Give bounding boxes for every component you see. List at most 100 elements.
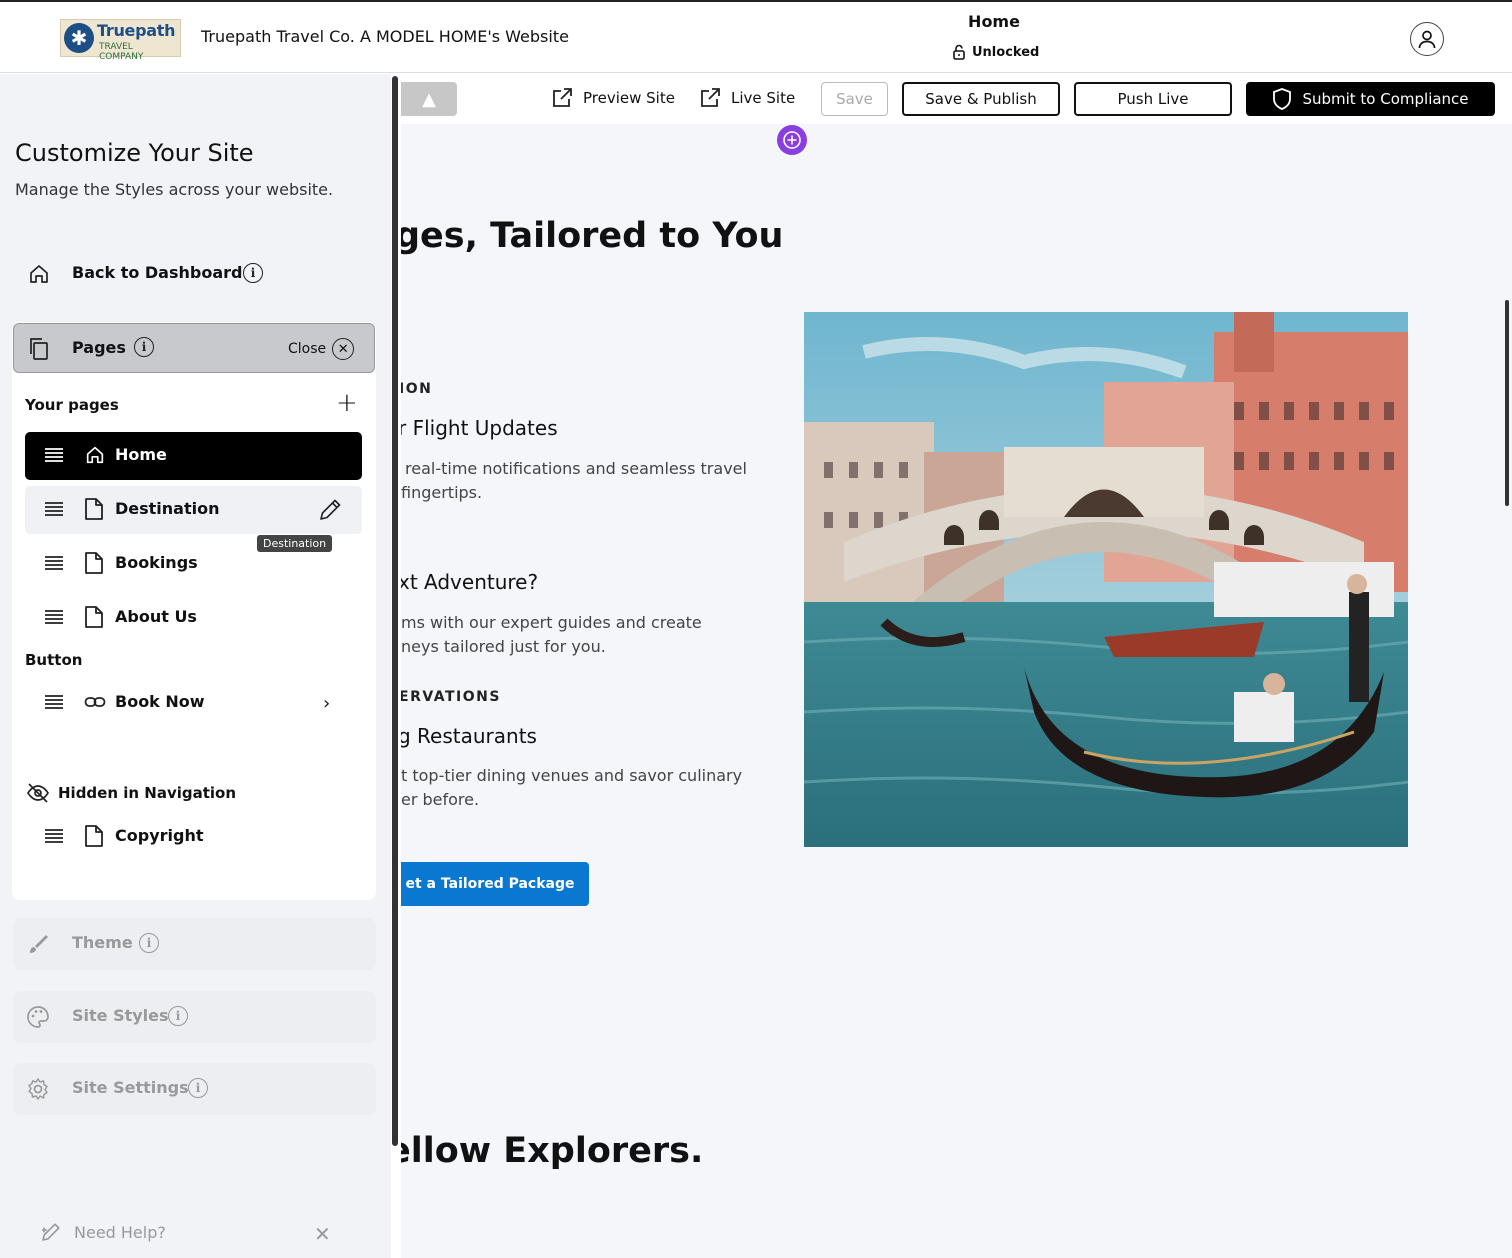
hidden-in-navigation-label: Hidden in Navigation	[58, 784, 237, 802]
site-styles-card[interactable]: Site Styles i	[13, 991, 376, 1043]
drag-handle-icon[interactable]	[45, 555, 63, 571]
eye-off-icon	[27, 783, 49, 803]
section-heading: ges, Tailored to You	[401, 216, 784, 256]
need-help-button[interactable]: Need Help?	[40, 1221, 166, 1243]
canvas-scrollbar[interactable]	[1505, 300, 1509, 506]
company-logo[interactable]: ✱ Truepath TRAVEL COMPANY	[60, 19, 181, 62]
feature-description-line: neys tailored just for you.	[401, 637, 606, 656]
site-settings-label: Site Settings	[72, 1078, 189, 1097]
feature-description-line: ms with our expert guides and create	[401, 613, 702, 632]
unlock-icon	[953, 44, 965, 60]
page-item-label: Copyright	[115, 826, 204, 845]
page-item-home[interactable]: Home	[25, 432, 362, 480]
compass-icon: ✱	[64, 23, 94, 53]
pages-close-button[interactable]: Close ✕	[288, 338, 355, 360]
submit-compliance-button[interactable]: Submit to Compliance	[1246, 82, 1495, 116]
info-icon[interactable]: i	[139, 933, 159, 953]
page-item-bookings[interactable]: Bookings	[25, 540, 362, 588]
feature-description-line: er before.	[401, 790, 480, 809]
page-canvas: ▲ Preview Site Live Site Save Save & Pub…	[401, 74, 1512, 1258]
page-item-about-us[interactable]: About Us	[25, 594, 362, 642]
info-icon[interactable]: i	[243, 263, 263, 283]
link-icon	[84, 697, 106, 707]
pages-panel-header[interactable]: Pages i Close ✕	[13, 323, 375, 373]
preview-site-label: Preview Site	[583, 89, 675, 107]
sidebar-subtitle: Manage the Styles across your website.	[15, 180, 334, 199]
palette-icon	[27, 1006, 49, 1028]
info-icon[interactable]: i	[168, 1006, 188, 1026]
your-pages-label: Your pages	[25, 396, 119, 414]
feature-description-line: fingertips.	[401, 483, 483, 502]
add-page-icon[interactable]: +	[336, 390, 358, 416]
venice-image[interactable]	[804, 312, 1408, 847]
back-to-dashboard-label: Back to Dashboard	[72, 263, 243, 282]
preview-site-link[interactable]: Preview Site	[551, 87, 675, 109]
feature-title: r Flight Updates	[401, 416, 558, 440]
page-icon	[85, 825, 103, 847]
page-item-copyright[interactable]: Copyright	[25, 813, 362, 861]
chevron-right-icon[interactable]: ›	[323, 693, 330, 714]
drag-handle-icon[interactable]	[45, 828, 63, 844]
page-item-label: Home	[115, 445, 167, 464]
shield-icon	[1273, 88, 1292, 110]
sidebar-scrollbar[interactable]	[392, 76, 398, 1146]
theme-label: Theme	[72, 933, 133, 952]
add-section-button[interactable]	[777, 125, 807, 155]
external-link-icon	[701, 88, 720, 107]
push-live-button[interactable]: Push Live	[1074, 82, 1232, 116]
theme-card[interactable]: Theme i	[13, 918, 376, 970]
page-icon	[85, 552, 103, 574]
lock-status-label: Unlocked	[972, 44, 1040, 60]
pages-label: Pages	[72, 338, 126, 357]
site-settings-card[interactable]: Site Settings i	[13, 1063, 376, 1115]
feature-eyebrow: ERVATIONS	[401, 689, 501, 705]
page-item-label: Bookings	[115, 553, 198, 572]
drag-handle-icon[interactable]	[45, 447, 63, 463]
feature-description-line: t top-tier dining venues and savor culin…	[401, 766, 743, 785]
close-icon: ✕	[332, 338, 355, 360]
page-item-label: About Us	[115, 607, 197, 626]
feature-title: xt Adventure?	[401, 570, 539, 594]
need-help-label: Need Help?	[74, 1222, 166, 1242]
feature-description-line: real-time notifications and seamless tra…	[405, 459, 747, 478]
site-styles-label: Site Styles	[72, 1006, 169, 1025]
current-page-title: Home	[968, 12, 1020, 31]
tailored-package-button[interactable]: et a Tailored Package	[401, 862, 589, 906]
page-item-destination[interactable]: Destination	[25, 486, 362, 534]
info-icon[interactable]: i	[188, 1078, 208, 1098]
user-menu-button[interactable]	[1410, 22, 1444, 56]
pages-panel: Pages i Close ✕ Your pages + Home Destin…	[12, 322, 376, 900]
save-button[interactable]: Save	[821, 82, 888, 116]
page-icon	[85, 606, 103, 628]
plus-circle-icon	[783, 131, 801, 149]
save-publish-button[interactable]: Save & Publish	[902, 82, 1060, 116]
drag-handle-icon[interactable]	[45, 694, 63, 710]
submit-compliance-label: Submit to Compliance	[1302, 90, 1469, 108]
feature-description: ms with our expert guides and create ney…	[401, 611, 761, 659]
customize-sidebar: Customize Your Site Manage the Styles ac…	[0, 74, 391, 1258]
info-icon[interactable]: i	[134, 337, 154, 357]
warning-icon[interactable]: ▲	[401, 82, 457, 116]
external-link-icon	[553, 88, 572, 107]
help-pencil-icon	[42, 1223, 60, 1241]
editor-toolbar: ▲ Preview Site Live Site Save Save & Pub…	[401, 74, 1512, 124]
button-item-book-now[interactable]: Book Now ›	[25, 679, 362, 727]
drag-handle-icon[interactable]	[45, 609, 63, 625]
site-title: Truepath Travel Co. A MODEL HOME's Websi…	[201, 27, 569, 46]
feature-eyebrow: ION	[401, 381, 433, 397]
top-header: ✱ Truepath TRAVEL COMPANY Truepath Trave…	[0, 0, 1512, 73]
lock-status[interactable]: Unlocked	[952, 44, 1039, 60]
feature-description: real-time notifications and seamless tra…	[401, 457, 761, 505]
edit-pencil-icon[interactable]	[317, 497, 343, 523]
feature-description: t top-tier dining venues and savor culin…	[401, 764, 761, 812]
drag-handle-icon[interactable]	[45, 501, 63, 517]
page-item-label: Destination	[115, 499, 220, 518]
back-to-dashboard[interactable]: Back to Dashboard i	[13, 248, 376, 300]
pages-icon	[30, 338, 48, 360]
live-site-link[interactable]: Live Site	[699, 87, 795, 109]
brush-icon	[30, 935, 48, 953]
page-item-label: Book Now	[115, 692, 205, 711]
live-site-label: Live Site	[731, 89, 796, 107]
user-icon	[1418, 30, 1436, 49]
close-icon[interactable]: ✕	[314, 1222, 331, 1246]
